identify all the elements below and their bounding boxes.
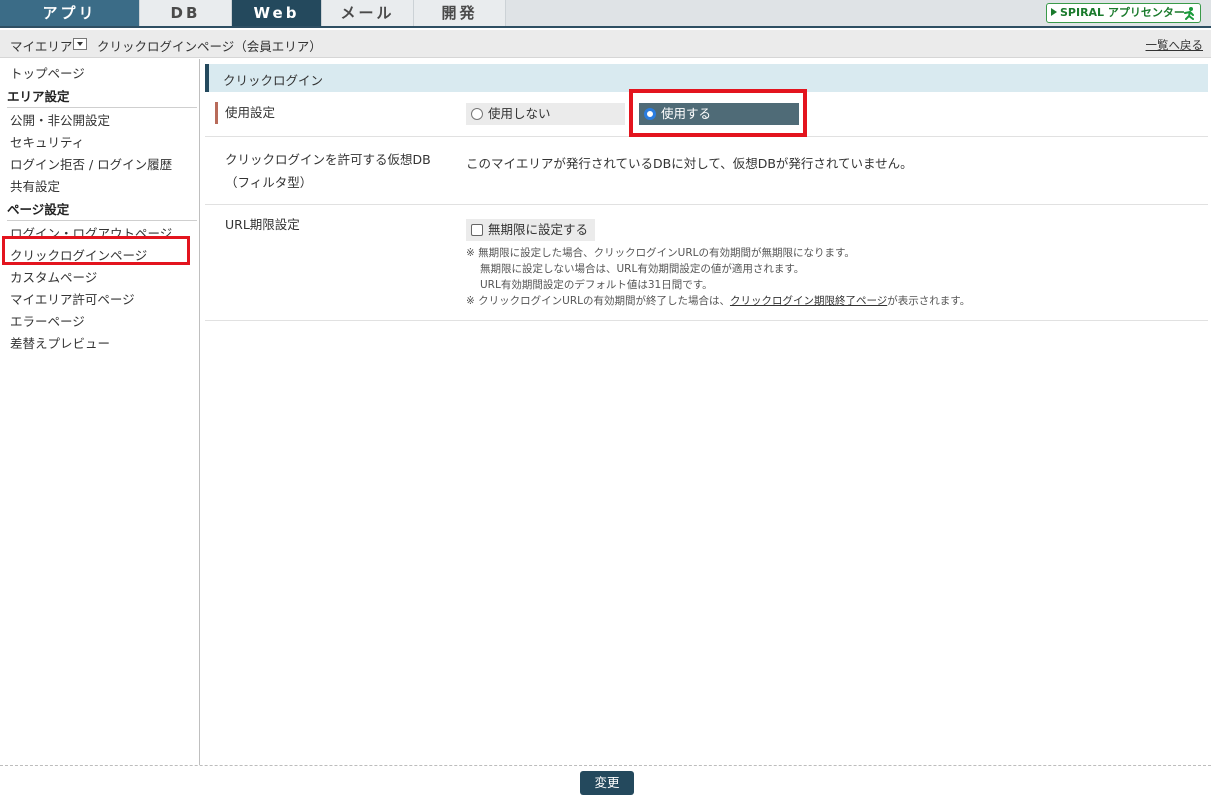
selected-option-highlight — [629, 89, 807, 137]
sidebar-item-sharing[interactable]: 共有設定 — [10, 176, 60, 195]
area-dropdown-icon[interactable] — [73, 38, 87, 50]
note-line-4-post: が表示されます。 — [887, 295, 971, 307]
section-title: クリックログイン — [223, 73, 324, 88]
breadcrumb-area: マイエリア — [10, 39, 73, 54]
unlimited-checkbox-label: 無期限に設定する — [488, 222, 589, 237]
expired-page-link[interactable]: クリックログイン期限終了ページ — [730, 295, 887, 307]
note-line-1: ※ 無期限に設定した場合、クリックログインURLの有効期間が無期限になります。 — [466, 247, 855, 259]
tab-app[interactable]: アプリ — [0, 0, 140, 26]
note-line-2: 無期限に設定しない場合は、URL有効期間設定の値が適用されます。 — [480, 263, 805, 275]
virtual-db-label-sub: （フィルタ型） — [225, 175, 313, 190]
change-button[interactable]: 変更 — [580, 771, 634, 795]
sidebar-item-myarea-permission-page[interactable]: マイエリア許可ページ — [10, 289, 135, 308]
unlimited-checkbox[interactable]: 無期限に設定する — [466, 219, 595, 241]
sidebar: トップページ エリア設定 公開・非公開設定 セキュリティ ログイン拒否 / ログ… — [0, 59, 200, 765]
sidebar-heading-page-settings: ページ設定 — [7, 199, 197, 221]
sidebar-item-login-deny[interactable]: ログイン拒否 / ログイン履歴 — [10, 154, 172, 173]
note-line-4-pre: ※ クリックログインURLの有効期間が終了した場合は、 — [466, 295, 730, 307]
back-to-list-link[interactable]: 一覧へ戻る — [1146, 37, 1204, 53]
section-header: クリックログイン — [205, 64, 1208, 92]
virtual-db-value: このマイエリアが発行されているDBに対して、仮想DBが発行されていません。 — [466, 156, 913, 171]
top-tab-bar: アプリ DB Web メール 開発 SPIRAL アプリセンター — [0, 0, 1211, 28]
note-line-4: ※ クリックログインURLの有効期間が終了した場合は、クリックログイン期限終了ペ… — [466, 293, 970, 309]
tab-db[interactable]: DB — [140, 0, 232, 26]
url-expiry-row: URL期限設定 無期限に設定する ※ 無期限に設定した場合、クリックログインUR… — [205, 205, 1208, 321]
breadcrumb-page: クリックログインページ（会員エリア） — [97, 39, 322, 54]
running-figure-icon — [1184, 7, 1194, 20]
sidebar-item-visibility[interactable]: 公開・非公開設定 — [10, 110, 110, 129]
breadcrumb: マイエリア クリックログインページ（会員エリア） 一覧へ戻る — [0, 30, 1211, 58]
radio-off-icon — [471, 108, 483, 120]
sidebar-item-replace-preview[interactable]: 差替えプレビュー — [10, 333, 110, 352]
checkbox-icon — [471, 224, 483, 236]
usage-setting-label: 使用設定 — [225, 105, 276, 120]
sidebar-item-top[interactable]: トップページ — [10, 63, 85, 82]
tab-mail[interactable]: メール — [322, 0, 414, 26]
radio-use-off-label: 使用しない — [488, 106, 551, 121]
sidebar-heading-area-settings: エリア設定 — [7, 86, 197, 108]
tab-web[interactable]: Web — [232, 0, 322, 26]
virtual-db-row: クリックログインを許可する仮想DB （フィルタ型） このマイエリアが発行されてい… — [205, 137, 1208, 205]
sidebar-item-custom-page[interactable]: カスタムページ — [10, 267, 97, 286]
radio-use-off[interactable]: 使用しない — [466, 103, 625, 125]
sidebar-item-security[interactable]: セキュリティ — [10, 132, 84, 151]
selected-item-highlight — [2, 236, 190, 265]
url-expiry-label: URL期限設定 — [225, 217, 300, 232]
required-marker — [215, 102, 218, 124]
play-triangle-icon — [1051, 8, 1057, 16]
logo-text: SPIRAL アプリセンター — [1060, 6, 1185, 19]
note-line-3: URL有効期間設定のデフォルト値は31日間です。 — [480, 279, 713, 291]
spiral-app-center-logo[interactable]: SPIRAL アプリセンター — [1046, 3, 1201, 23]
tab-dev[interactable]: 開発 — [414, 0, 506, 26]
sidebar-item-error-page[interactable]: エラーページ — [10, 311, 85, 330]
footer-bar: 変更 — [0, 765, 1211, 798]
virtual-db-label: クリックログインを許可する仮想DB — [225, 152, 431, 167]
